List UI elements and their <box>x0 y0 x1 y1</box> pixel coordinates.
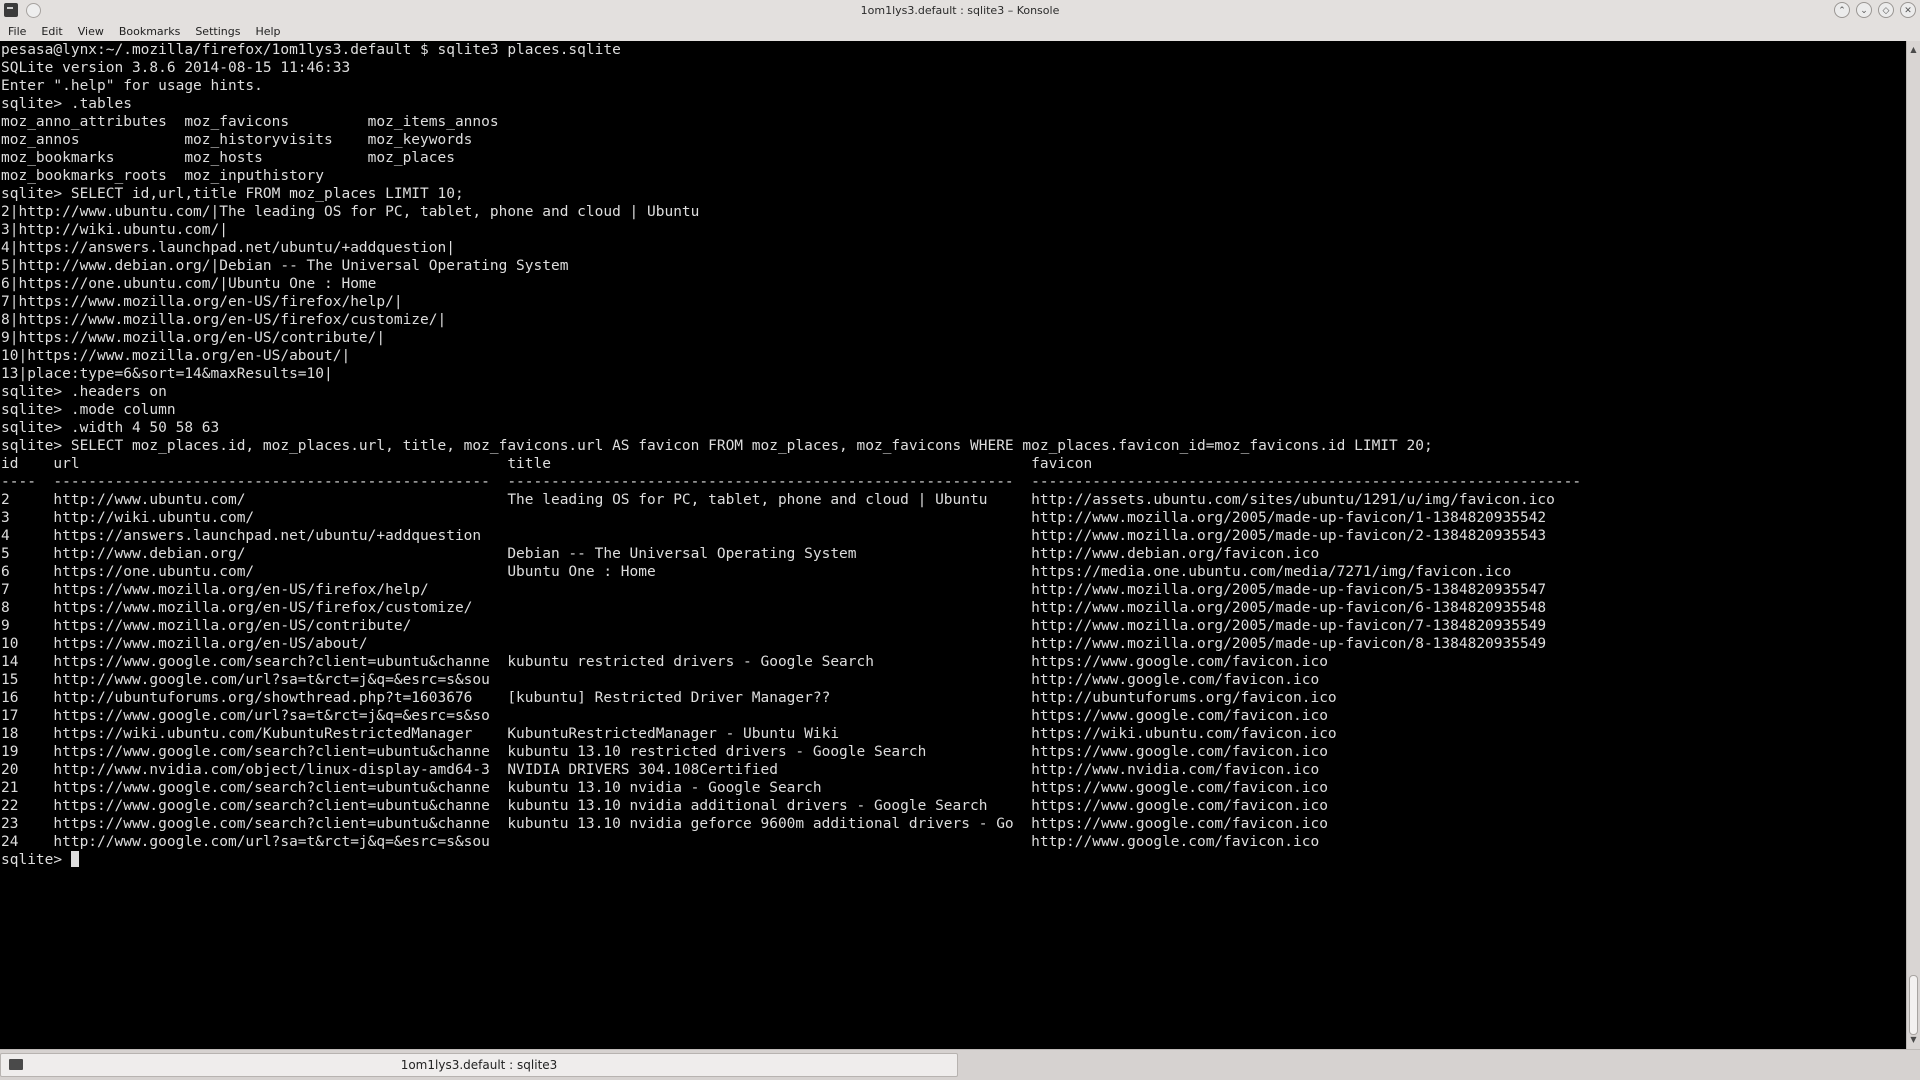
menu-edit[interactable]: Edit <box>33 22 69 41</box>
terminal-line: 6 https://one.ubuntu.com/ Ubuntu One : H… <box>1 564 1512 580</box>
terminal-line: 3 http://wiki.ubuntu.com/ http://www.moz… <box>1 510 1547 526</box>
terminal-prompt-line[interactable]: sqlite> <box>1 851 1906 869</box>
terminal-line: 10 https://www.mozilla.org/en-US/about/ … <box>1 636 1547 652</box>
menu-view[interactable]: View <box>70 22 111 41</box>
menu-bookmarks[interactable]: Bookmarks <box>111 22 187 41</box>
terminal-line: 5 http://www.debian.org/ Debian -- The U… <box>1 546 1320 562</box>
terminal-line: 2|http://www.ubuntu.com/|The leading OS … <box>1 204 700 220</box>
terminal-line: 6|https://one.ubuntu.com/|Ubuntu One : H… <box>1 276 377 292</box>
terminal-line: 5|http://www.debian.org/|Debian -- The U… <box>1 258 569 274</box>
terminal-output[interactable]: pesasa@lynx:~/.mozilla/firefox/1om1lys3.… <box>0 41 1906 1049</box>
tab-bar: 1om1lys3.default : sqlite3 <box>0 1049 1920 1080</box>
text-cursor <box>70 851 79 867</box>
terminal-line: sqlite> SELECT id,url,title FROM moz_pla… <box>1 186 464 202</box>
terminal-line: sqlite> .headers on <box>1 384 167 400</box>
terminal-line: 8|https://www.mozilla.org/en-US/firefox/… <box>1 312 447 328</box>
terminal-line: sqlite> SELECT moz_places.id, moz_places… <box>1 438 1433 454</box>
window-controls: ⌃ ⌄ ◇ ✕ <box>1834 2 1916 18</box>
prompt-text: sqlite> <box>1 852 71 868</box>
vertical-scrollbar[interactable]: ▲ ▼ <box>1906 41 1920 1049</box>
menubar: File Edit View Bookmarks Settings Help <box>0 22 1920 41</box>
terminal-line: 20 http://www.nvidia.com/object/linux-di… <box>1 762 1320 778</box>
scroll-down-arrow-icon[interactable]: ▼ <box>1907 1033 1920 1047</box>
terminal-line: 15 http://www.google.com/url?sa=t&rct=j&… <box>1 672 1320 688</box>
terminal-line: 13|place:type=6&sort=14&maxResults=10| <box>1 366 333 382</box>
terminal-line: 17 https://www.google.com/url?sa=t&rct=j… <box>1 708 1328 724</box>
terminal-line: moz_anno_attributes moz_favicons moz_ite… <box>1 114 499 130</box>
terminal-line: sqlite> .tables <box>1 96 132 112</box>
terminal-line: 7 https://www.mozilla.org/en-US/firefox/… <box>1 582 1547 598</box>
terminal-line: SQLite version 3.8.6 2014-08-15 11:46:33 <box>1 60 351 76</box>
menu-file[interactable]: File <box>0 22 33 41</box>
terminal-line: moz_bookmarks moz_hosts moz_places <box>1 150 455 166</box>
terminal-line: 14 https://www.google.com/search?client=… <box>1 654 1328 670</box>
terminal-line: sqlite> .mode column <box>1 402 176 418</box>
terminal-line: 2 http://www.ubuntu.com/ The leading OS … <box>1 492 1555 508</box>
terminal-line: 23 https://www.google.com/search?client=… <box>1 816 1328 832</box>
terminal-line: 3|http://wiki.ubuntu.com/| <box>1 222 228 238</box>
terminal-lines: pesasa@lynx:~/.mozilla/firefox/1om1lys3.… <box>0 41 1906 869</box>
terminal-line: 8 https://www.mozilla.org/en-US/firefox/… <box>1 600 1547 616</box>
window-titlebar[interactable]: 1om1lys3.default : sqlite3 – Konsole ⌃ ⌄… <box>0 0 1920 23</box>
menu-settings[interactable]: Settings <box>187 22 247 41</box>
terminal-line: pesasa@lynx:~/.mozilla/firefox/1om1lys3.… <box>1 42 621 58</box>
terminal-line: 4|https://answers.launchpad.net/ubuntu/+… <box>1 240 455 256</box>
terminal-line: 7|https://www.mozilla.org/en-US/firefox/… <box>1 294 403 310</box>
terminal-line: 18 https://wiki.ubuntu.com/KubuntuRestri… <box>1 726 1337 742</box>
terminal-line: 10|https://www.mozilla.org/en-US/about/| <box>1 348 351 364</box>
terminal-line: 24 http://www.google.com/url?sa=t&rct=j&… <box>1 834 1320 850</box>
terminal-line: moz_bookmarks_roots moz_inputhistory <box>1 168 325 184</box>
terminal-line: 9 https://www.mozilla.org/en-US/contribu… <box>1 618 1547 634</box>
terminal-line: 21 https://www.google.com/search?client=… <box>1 780 1328 796</box>
window-title: 1om1lys3.default : sqlite3 – Konsole <box>860 4 1060 17</box>
close-icon[interactable]: ✕ <box>1900 2 1916 18</box>
terminal-line: sqlite> .width 4 50 58 63 <box>1 420 220 436</box>
terminal-line: 4 https://answers.launchpad.net/ubuntu/+… <box>1 528 1547 544</box>
terminal-line: ---- -----------------------------------… <box>1 474 1582 490</box>
tab-label: 1om1lys3.default : sqlite3 <box>400 1058 558 1072</box>
terminal-line: Enter ".help" for usage hints. <box>1 78 263 94</box>
maximize-icon[interactable]: ◇ <box>1878 2 1894 18</box>
terminal-line: id url title favicon <box>1 456 1093 472</box>
terminal-line: moz_annos moz_historyvisits moz_keywords <box>1 132 473 148</box>
scroll-up-arrow-icon[interactable]: ▲ <box>1907 43 1920 57</box>
terminal-line: 22 https://www.google.com/search?client=… <box>1 798 1328 814</box>
tab-session[interactable]: 1om1lys3.default : sqlite3 <box>0 1053 958 1077</box>
scrollbar-thumb[interactable] <box>1909 975 1918 1035</box>
chevron-down-icon[interactable]: ⌄ <box>1856 2 1872 18</box>
terminal-line: 16 http://ubuntuforums.org/showthread.ph… <box>1 690 1337 706</box>
chevron-up-icon[interactable]: ⌃ <box>1834 2 1850 18</box>
terminal-line: 9|https://www.mozilla.org/en-US/contribu… <box>1 330 386 346</box>
menu-help[interactable]: Help <box>247 22 287 41</box>
terminal-line: 19 https://www.google.com/search?client=… <box>1 744 1328 760</box>
